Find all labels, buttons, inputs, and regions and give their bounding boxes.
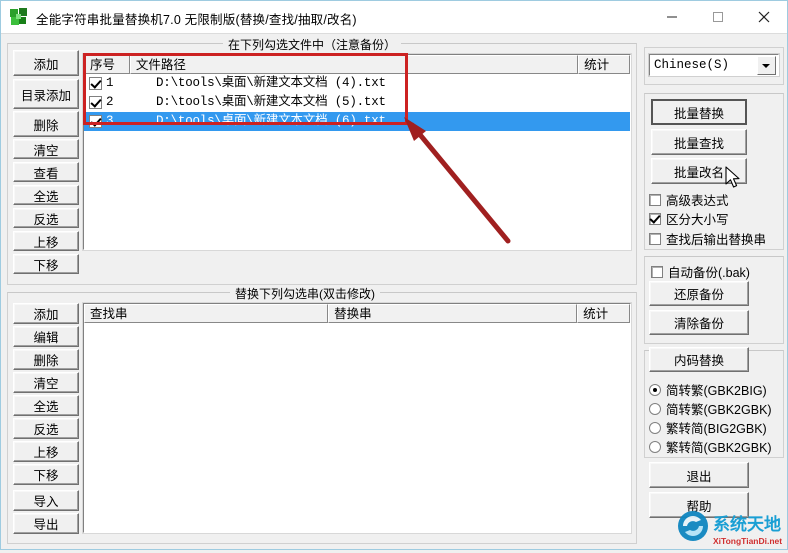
checkbox-box[interactable] <box>649 232 661 245</box>
chevron-down-icon[interactable] <box>757 55 776 75</box>
file-button-9[interactable]: 下移 <box>13 254 79 274</box>
file-list-body[interactable]: 1 D:\tools\桌面\新建文本文档 (4).txt 2 D:\tools\桌面\… <box>84 74 630 249</box>
file-button-6[interactable]: 全选 <box>13 185 79 205</box>
file-list[interactable]: 序号 文件路径 统计 1 D:\tools\桌面\新建文本文档 (4).txt 2 D… <box>82 53 632 251</box>
row-checkbox[interactable] <box>89 115 102 128</box>
replace-button-7[interactable]: 上移 <box>13 441 79 462</box>
replace-button-10[interactable]: 导出 <box>13 513 79 534</box>
replace-button-9[interactable]: 导入 <box>13 490 79 511</box>
replace-list-header: 查找串 替换串 统计 <box>84 304 630 323</box>
encoding-value: Chinese(S) <box>654 58 730 72</box>
file-button-7[interactable]: 反选 <box>13 208 79 228</box>
radio-label: 繁转简(GBK2GBK) <box>666 441 772 455</box>
title-bar: 全能字符串批量替换机7.0 无限制版(替换/查找/抽取/改名) <box>1 1 787 34</box>
action-button-3[interactable]: 批量改名 <box>651 158 747 184</box>
convert-radio-1[interactable]: 简转繁(GBK2BIG) <box>649 380 767 399</box>
row-file-path: D:\tools\桌面\新建文本文档 (5).txt <box>156 95 386 109</box>
auto-backup-box[interactable] <box>651 265 663 278</box>
convert-radio-4[interactable]: 繁转简(GBK2GBK) <box>649 437 772 456</box>
action-button-2[interactable]: 批量查找 <box>651 129 747 155</box>
file-button-4[interactable]: 清空 <box>13 139 79 159</box>
checkbox-label: 区分大小写 <box>666 213 729 227</box>
convert-radio-3[interactable]: 繁转简(BIG2GBK) <box>649 418 767 437</box>
checkbox-box[interactable] <box>649 193 661 206</box>
replace-button-6[interactable]: 反选 <box>13 418 79 439</box>
radio-box[interactable] <box>649 402 661 415</box>
file-button-2[interactable]: 目录添加 <box>13 79 79 109</box>
replace-list-body[interactable] <box>84 323 630 532</box>
row-checkbox[interactable] <box>89 96 102 109</box>
encoding-convert-button[interactable]: 内码替换 <box>649 347 749 372</box>
table-row[interactable]: 2 D:\tools\桌面\新建文本文档 (5).txt <box>84 93 630 112</box>
replace-col-count[interactable]: 统计 <box>577 304 630 323</box>
file-group-legend: 在下列勾选文件中（注意备份） <box>223 36 402 53</box>
auto-backup-checkbox[interactable]: 自动备份(.bak) <box>651 262 750 281</box>
exit-button[interactable]: 退出 <box>649 462 749 488</box>
option-checkbox-3[interactable]: 查找后输出替换串 <box>649 229 766 248</box>
radio-label: 简转繁(GBK2BIG) <box>666 384 767 398</box>
replace-col-find[interactable]: 查找串 <box>84 304 329 323</box>
window-title: 全能字符串批量替换机7.0 无限制版(替换/查找/抽取/改名) <box>36 13 357 27</box>
action-button-1[interactable]: 批量替换 <box>651 99 747 125</box>
file-col-path[interactable]: 文件路径 <box>129 55 579 74</box>
minimize-button[interactable] <box>649 1 695 32</box>
file-button-8[interactable]: 上移 <box>13 231 79 251</box>
radio-box[interactable] <box>649 440 661 453</box>
replace-list[interactable]: 查找串 替换串 统计 <box>82 302 632 534</box>
restore-backup-button[interactable]: 还原备份 <box>649 281 749 306</box>
row-checkbox[interactable] <box>89 77 102 90</box>
application-window: 全能字符串批量替换机7.0 无限制版(替换/查找/抽取/改名) 在下列勾选文件中… <box>0 0 788 550</box>
file-button-1[interactable]: 添加 <box>13 50 79 76</box>
auto-backup-label: 自动备份(.bak) <box>668 266 750 280</box>
radio-label: 繁转简(BIG2GBK) <box>666 422 767 436</box>
file-button-3[interactable]: 删除 <box>13 111 79 137</box>
replace-button-4[interactable]: 清空 <box>13 372 79 393</box>
replace-group-legend: 替换下列勾选串(双击修改) <box>230 285 380 302</box>
help-button[interactable]: 帮助 <box>649 492 749 518</box>
replace-button-8[interactable]: 下移 <box>13 464 79 485</box>
file-button-5[interactable]: 查看 <box>13 162 79 182</box>
file-col-index[interactable]: 序号 <box>84 55 130 74</box>
close-button[interactable] <box>741 1 787 32</box>
row-index: 1 <box>106 76 114 90</box>
clear-backup-button[interactable]: 清除备份 <box>649 310 749 335</box>
table-row[interactable]: 3 D:\tools\桌面\新建文本文档 (6).txt <box>84 112 630 131</box>
row-file-path: D:\tools\桌面\新建文本文档 (4).txt <box>156 76 386 90</box>
row-file-path: D:\tools\桌面\新建文本文档 (6).txt <box>156 114 386 128</box>
replace-button-2[interactable]: 编辑 <box>13 326 79 347</box>
checkbox-label: 查找后输出替换串 <box>666 233 767 247</box>
svg-text:XiTongTianDi.net: XiTongTianDi.net <box>713 536 782 546</box>
row-index: 2 <box>106 95 114 109</box>
file-col-count[interactable]: 统计 <box>578 55 630 74</box>
option-checkbox-2[interactable]: 区分大小写 <box>649 209 729 228</box>
file-list-header: 序号 文件路径 统计 <box>84 55 630 74</box>
checkbox-label: 高级表达式 <box>666 194 729 208</box>
row-index: 3 <box>106 114 114 128</box>
convert-radio-2[interactable]: 简转繁(GBK2GBK) <box>649 399 772 418</box>
radio-box[interactable] <box>649 383 661 396</box>
table-row[interactable]: 1 D:\tools\桌面\新建文本文档 (4).txt <box>84 74 630 93</box>
replace-button-1[interactable]: 添加 <box>13 303 79 324</box>
option-checkbox-1[interactable]: 高级表达式 <box>649 190 729 209</box>
checkbox-box[interactable] <box>649 212 661 225</box>
replace-button-5[interactable]: 全选 <box>13 395 79 416</box>
maximize-button[interactable] <box>695 1 741 32</box>
app-puzzle-icon <box>10 8 28 26</box>
encoding-select[interactable]: Chinese(S) <box>648 53 780 77</box>
replace-col-replace[interactable]: 替换串 <box>328 304 578 323</box>
radio-box[interactable] <box>649 421 661 434</box>
radio-label: 简转繁(GBK2GBK) <box>666 403 772 417</box>
replace-button-3[interactable]: 删除 <box>13 349 79 370</box>
